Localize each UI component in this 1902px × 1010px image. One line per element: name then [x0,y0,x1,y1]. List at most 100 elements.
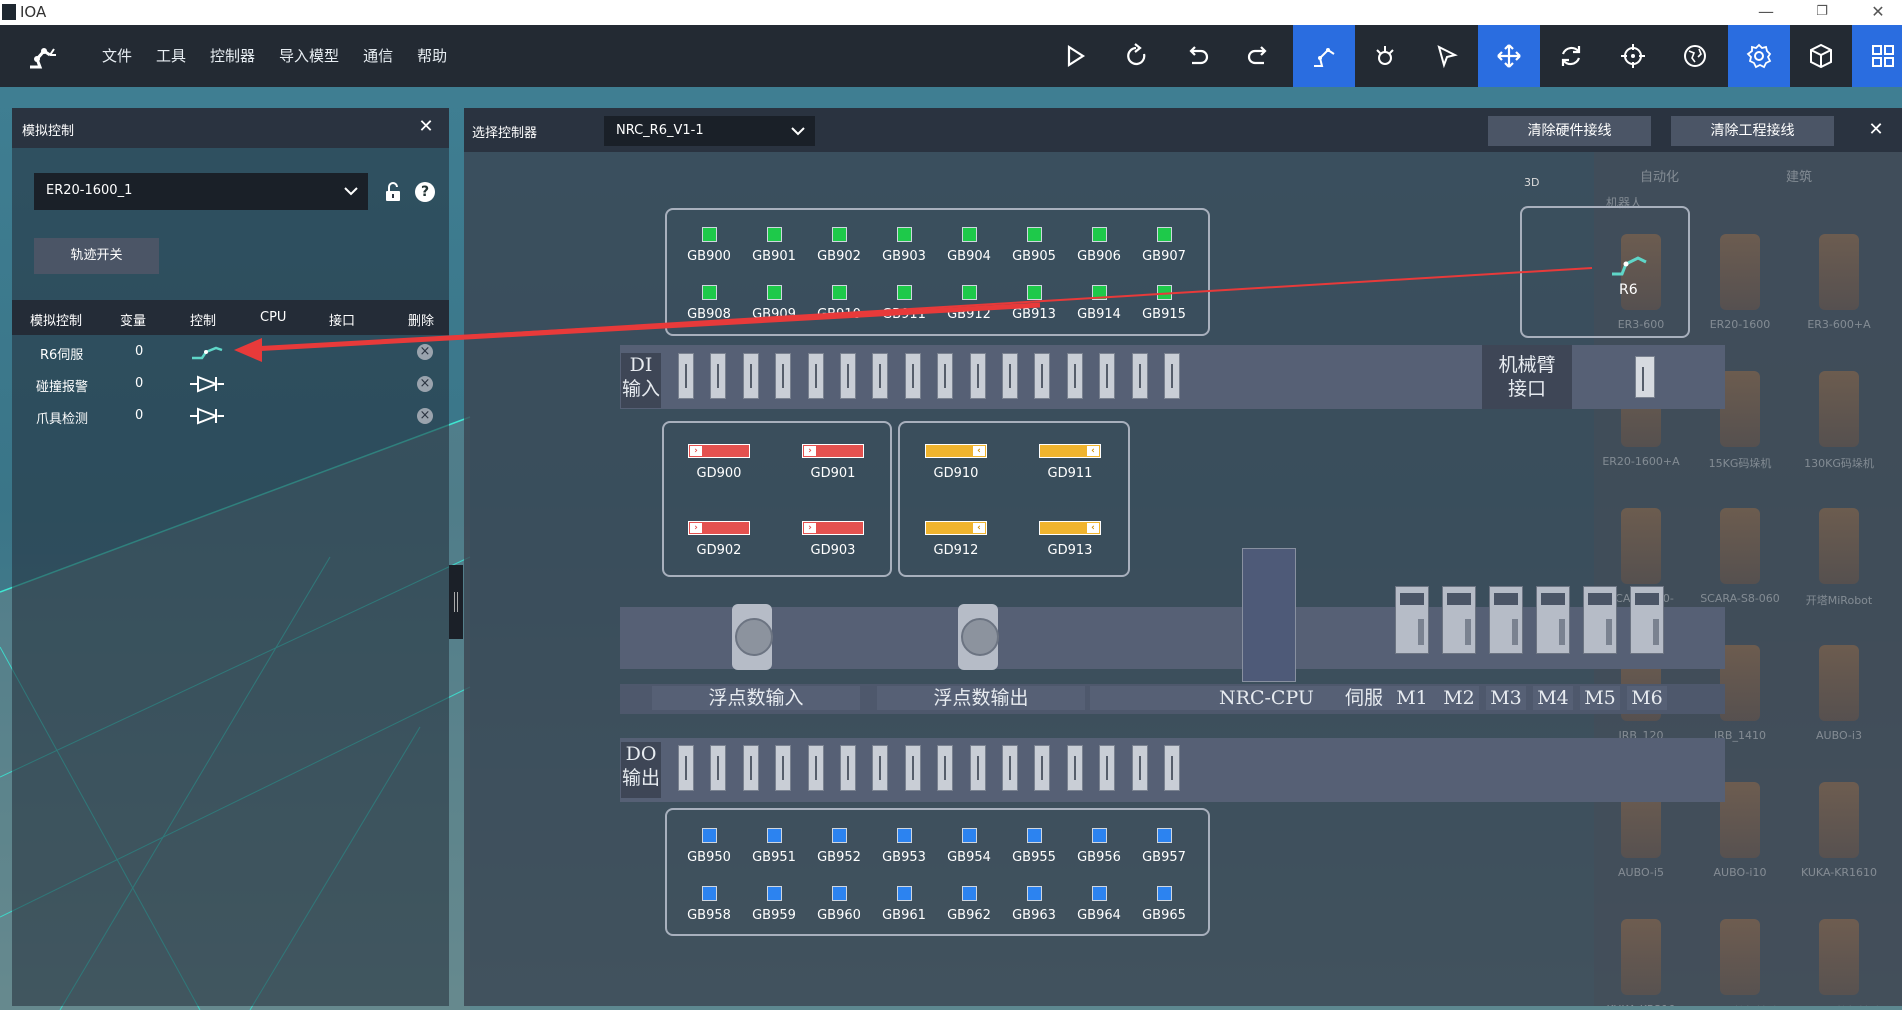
r6-robot-box[interactable] [1520,206,1690,338]
delete-icon[interactable]: × [417,344,433,360]
sim-row[interactable]: 爪具检测 0 × [12,400,449,432]
terminal[interactable] [969,745,986,791]
io-led[interactable]: GB905 [1003,227,1065,264]
arm-interface-connector[interactable] [1635,356,1655,398]
target-button[interactable] [1602,25,1664,87]
library-item[interactable]: 130KG码垛机 [1796,371,1882,471]
help-icon[interactable]: ? [415,182,435,202]
library-item[interactable]: AUBO-i3 [1796,645,1882,742]
io-led[interactable]: GB951 [743,828,805,865]
terminal[interactable] [678,353,694,399]
terminal[interactable] [1002,745,1018,791]
servo-module[interactable] [1395,586,1429,654]
library-item[interactable]: 1000围柱机械臂 [1796,919,1882,1006]
io-led[interactable]: GB957 [1133,828,1195,865]
gd-switch[interactable]: ‹ GD913 [1020,521,1120,558]
float-output-knob[interactable] [958,604,999,670]
io-led[interactable]: GB954 [938,828,1000,865]
io-led[interactable]: GB964 [1068,886,1130,923]
gd-switch[interactable]: › GD902 [669,521,769,558]
library-tab-building[interactable]: 建筑 [1786,166,1812,185]
terminal[interactable] [1099,745,1116,791]
redo-button[interactable] [1228,25,1290,87]
menu-item[interactable]: 帮助 [405,25,459,87]
globe-button[interactable] [1664,25,1726,87]
io-led[interactable]: GB915 [1133,285,1195,322]
library-item[interactable]: ER3-600+A [1796,234,1882,331]
io-led[interactable]: GB953 [873,828,935,865]
io-led[interactable]: GB959 [743,886,805,923]
io-led[interactable]: GB956 [1068,828,1130,865]
menu-item[interactable]: 工具 [144,25,198,87]
io-led[interactable]: GB962 [938,886,1000,923]
io-led[interactable]: GB908 [678,285,740,322]
library-item[interactable]: SCARA-S8-060 [1697,508,1783,605]
menu-item[interactable]: 导入模型 [267,25,351,87]
library-tab-automation[interactable]: 自动化 [1640,166,1679,185]
io-led[interactable]: GB906 [1068,227,1130,264]
terminal[interactable] [710,745,727,791]
io-led[interactable]: GB950 [678,828,740,865]
terminal[interactable] [1066,745,1083,791]
gd-switch[interactable]: ‹ GD910 [906,444,1006,481]
unlock-icon[interactable] [384,182,402,202]
terminal[interactable] [807,353,824,399]
track-toggle-button[interactable]: 轨迹开关 [34,238,159,274]
io-led[interactable]: GB955 [1003,828,1065,865]
menu-item[interactable]: 控制器 [198,25,267,87]
library-item[interactable]: KUKA-KR1610 [1796,782,1882,879]
delete-icon[interactable]: × [417,376,433,392]
terminal[interactable] [807,745,824,791]
library-item[interactable]: 600围柱机械臂 [1697,919,1783,1006]
terminal[interactable] [1034,353,1051,399]
terminal[interactable] [742,745,759,791]
terminal[interactable] [710,353,727,399]
servo-module[interactable] [1536,586,1570,654]
io-led[interactable]: GB904 [938,227,1000,264]
library-item[interactable]: KUKA-KR210 [1598,919,1684,1006]
terminal[interactable] [1164,745,1180,791]
terminal[interactable] [840,745,856,791]
terminal[interactable] [742,353,759,399]
io-led[interactable]: GB914 [1068,285,1130,322]
io-led[interactable]: GB913 [1003,285,1065,322]
diode-icon[interactable] [188,406,226,426]
nrc-cpu-module[interactable] [1242,548,1296,682]
library-item[interactable]: ER20-1600 [1697,234,1783,331]
terminal[interactable] [1066,353,1083,399]
controller-select[interactable]: NRC_R6_V1-1 [604,116,815,146]
terminal[interactable] [775,745,792,791]
io-led[interactable]: GB903 [873,227,935,264]
io-led[interactable]: GB960 [808,886,870,923]
menu-item[interactable]: 文件 [90,25,144,87]
terminal[interactable] [872,353,889,399]
select-cursor-button[interactable] [1416,25,1478,87]
io-led[interactable]: GB963 [1003,886,1065,923]
gd-switch[interactable]: › GD901 [783,444,883,481]
io-led[interactable]: GB902 [808,227,870,264]
settings-button[interactable] [1728,25,1790,87]
play-button[interactable] [1043,25,1105,87]
undo-button[interactable] [1166,25,1228,87]
io-led[interactable]: GB912 [938,285,1000,322]
menu-item[interactable]: 通信 [351,25,405,87]
io-led[interactable]: GB910 [808,285,870,322]
float-input-knob[interactable] [732,604,773,670]
servo-module[interactable] [1630,586,1664,654]
robot-arm-icon[interactable] [188,342,226,362]
terminal[interactable] [1002,353,1018,399]
delete-icon[interactable]: × [417,408,433,424]
panel-splitter[interactable] [449,565,463,639]
terminal[interactable] [904,745,921,791]
grid-button[interactable] [1852,25,1902,87]
cube-button[interactable] [1790,25,1852,87]
terminal[interactable] [937,353,954,399]
io-led[interactable]: GB958 [678,886,740,923]
gd-switch[interactable]: ‹ GD912 [906,521,1006,558]
terminal[interactable] [678,745,694,791]
terminal[interactable] [872,745,889,791]
clear-hardware-wiring-button[interactable]: 清除硬件接线 [1488,116,1651,146]
terminal[interactable] [1034,745,1051,791]
diode-icon[interactable] [188,374,226,394]
servo-module[interactable] [1489,586,1523,654]
